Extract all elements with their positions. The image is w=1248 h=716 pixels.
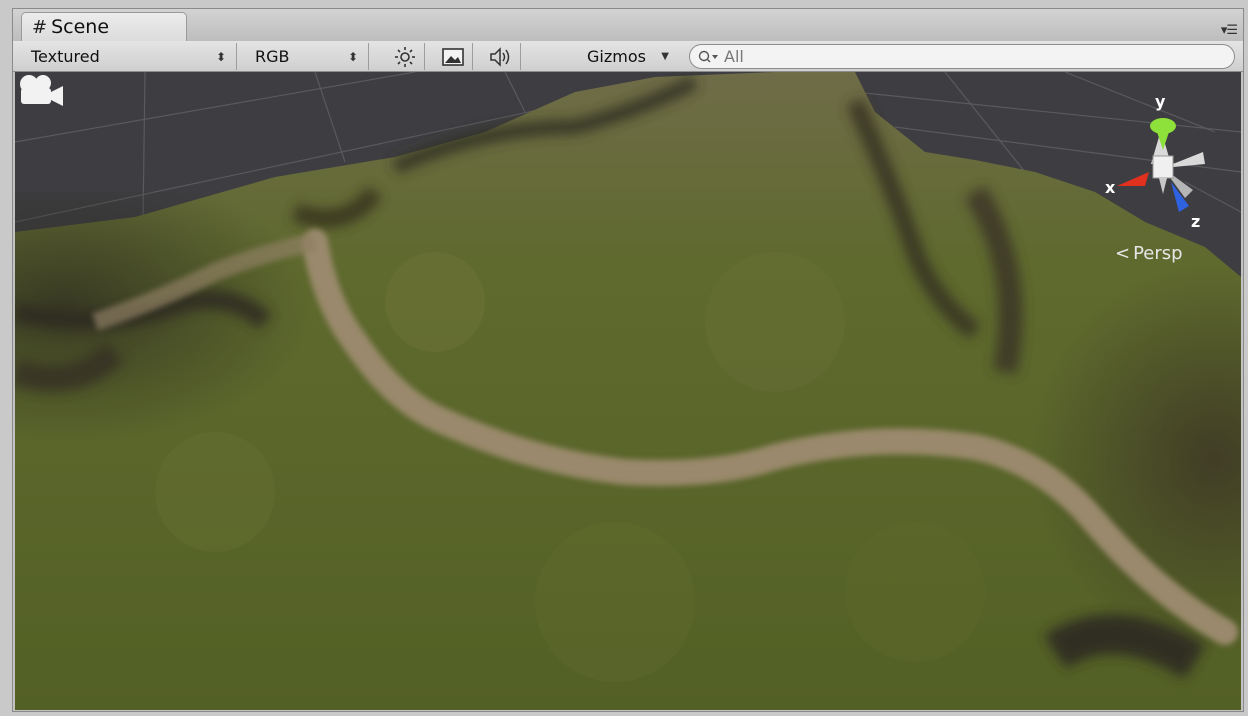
scene-window: # Scene ▾☰ Textured ⬍ RGB ⬍ Gizmos ▼ All…: [12, 8, 1244, 712]
hash-icon: #: [32, 16, 48, 38]
hierarchy-search[interactable]: [689, 44, 1235, 69]
tab-scene[interactable]: # Scene: [21, 12, 187, 41]
tab-scene-label: Scene: [51, 16, 110, 38]
channel-mode-label: RGB: [255, 47, 290, 66]
gizmo-y-label: y: [1155, 92, 1166, 111]
scene-toolbar: Textured ⬍ RGB ⬍ Gizmos ▼ All: [13, 41, 1243, 72]
search-icon: [698, 50, 718, 62]
panel-menu-icon[interactable]: ▾☰: [1221, 23, 1238, 38]
gizmos-label: Gizmos: [587, 47, 646, 66]
search-input[interactable]: [722, 46, 1206, 67]
render-mode-dropdown[interactable]: Textured ⬍: [21, 43, 237, 70]
updown-arrows-icon: ⬍: [215, 49, 226, 64]
projection-toggle[interactable]: < Persp: [1115, 243, 1183, 264]
gizmos-dropdown[interactable]: Gizmos ▼: [579, 43, 679, 70]
chevron-down-icon: ▼: [661, 51, 669, 62]
scene-viewport[interactable]: y x z < Persp: [15, 72, 1241, 710]
tab-bar: # Scene ▾☰: [13, 9, 1243, 41]
y-axis-cone[interactable]: [1150, 118, 1176, 134]
scene-lighting-toggle[interactable]: [385, 43, 425, 70]
chevron-left-icon: <: [1115, 243, 1131, 264]
projection-label: Persp: [1133, 243, 1183, 264]
gizmo-z-label: z: [1191, 212, 1201, 231]
terrain-render: [15, 72, 1241, 710]
sun-icon: [394, 46, 415, 67]
scene-fx-toggle[interactable]: [433, 43, 473, 70]
x-axis-cone[interactable]: [1117, 172, 1149, 186]
gizmo-x-label: x: [1105, 178, 1116, 197]
camera-icon[interactable]: [15, 72, 69, 112]
updown-arrows-icon: ⬍: [347, 49, 358, 64]
scene-audio-toggle[interactable]: [481, 43, 521, 70]
orientation-gizmo[interactable]: y x z: [1093, 92, 1223, 234]
image-icon: [441, 47, 464, 66]
channel-mode-dropdown[interactable]: RGB ⬍: [245, 43, 369, 70]
speaker-icon: [489, 46, 509, 67]
render-mode-label: Textured: [31, 47, 100, 66]
